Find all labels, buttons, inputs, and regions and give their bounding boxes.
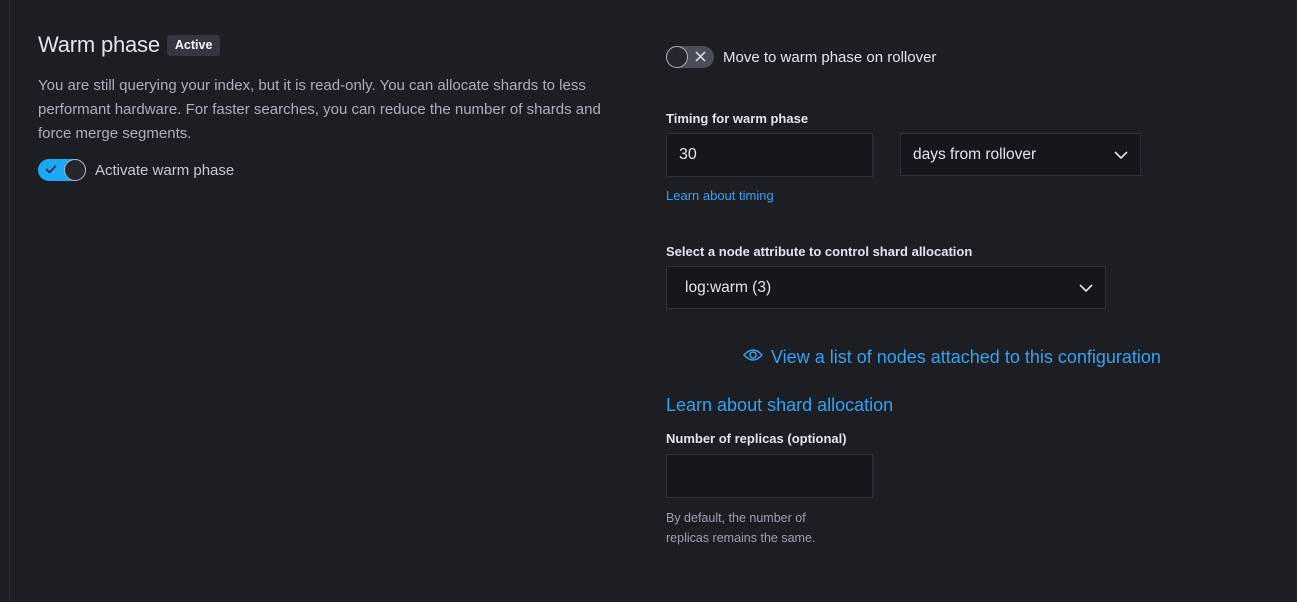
timing-unit-select[interactable]: days from rollover [900,133,1141,176]
chevron-down-icon [1114,146,1128,164]
eye-icon [742,348,764,367]
learn-about-timing-link[interactable]: Learn about timing [666,188,1266,203]
view-nodes-link[interactable]: View a list of nodes attached to this co… [742,347,1266,368]
warm-phase-panel: Warm phase Active You are still querying… [9,0,1297,602]
allocation-label: Select a node attribute to control shard… [666,244,973,259]
replicas-help-line-2: replicas remains the same. [666,531,816,545]
phase-description: You are still querying your index, but i… [38,77,601,142]
activate-warm-phase-switch[interactable] [38,159,86,181]
node-attribute-select[interactable]: log:warm (3) [666,266,1106,309]
phase-description-column: Warm phase Active You are still querying… [38,32,638,181]
check-icon [44,162,58,176]
replicas-input[interactable] [666,454,873,498]
page-title: Warm phase [38,32,160,57]
node-attribute-value: log:warm (3) [685,278,772,296]
status-badge: Active [166,34,221,56]
phase-settings-column: Move to warm phase on rollover Timing fo… [666,46,1266,548]
title-row: Warm phase Active [38,32,638,58]
view-nodes-link-text: View a list of nodes attached to this co… [771,347,1161,367]
chevron-down-icon [1079,279,1093,297]
replicas-label: Number of replicas (optional) [666,431,847,446]
timing-row: 30 days from rollover [666,133,1266,177]
rollover-switch[interactable] [666,46,714,68]
switch-knob [64,159,86,181]
replicas-help-line-1: By default, the number of [666,511,806,525]
close-icon [693,49,707,63]
replicas-help-text: By default, the number of replicas remai… [666,508,1266,548]
switch-knob [666,46,688,68]
rollover-toggle-row[interactable]: Move to warm phase on rollover [666,46,1266,68]
timing-value-input[interactable]: 30 [666,133,873,177]
activate-warm-phase-label: Activate warm phase [95,161,235,179]
timing-unit-value: days from rollover [913,145,1037,163]
timing-label: Timing for warm phase [666,111,809,126]
activate-warm-phase-toggle-row[interactable]: Activate warm phase [38,159,638,181]
rollover-label: Move to warm phase on rollover [723,48,937,66]
learn-about-shard-allocation-link[interactable]: Learn about shard allocation [666,395,1266,416]
